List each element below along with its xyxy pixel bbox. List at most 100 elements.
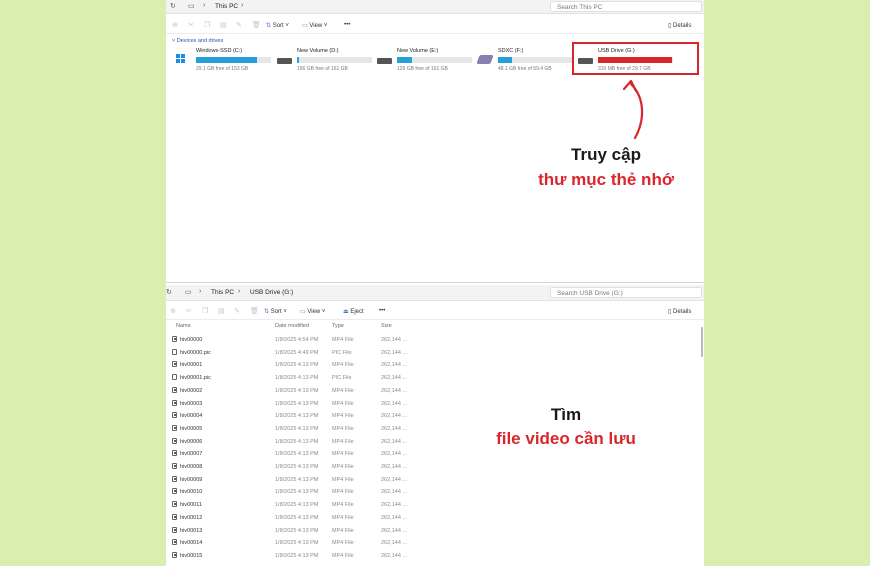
file-size: 262,144 ... — [381, 502, 407, 509]
file-date: 1/8/2025 4:13 PM — [275, 451, 319, 458]
video-file-icon — [172, 361, 177, 368]
annotation-line-1: Tìm — [550, 405, 582, 424]
annotation-line-2: thư mục thẻ nhớ — [538, 170, 674, 189]
drive-d[interactable]: New Volume (D:) 156 GB free of 161 GB — [277, 48, 372, 76]
refresh-icon[interactable]: ↻ — [166, 288, 172, 296]
video-file-icon — [172, 539, 177, 546]
rename-icon[interactable]: ✎ — [236, 21, 242, 29]
address-bar: ↻ ▭ › This PC › Search This PC — [166, 0, 704, 14]
delete-icon[interactable]: 🗑 — [252, 21, 261, 29]
file-size: 262,144 ... — [381, 451, 407, 458]
file-row[interactable]: hiv00015 1/8/2025 4:13 PM MP4 File 262,144 … — [166, 550, 704, 563]
search-input[interactable]: Search This PC — [550, 1, 702, 12]
rename-icon[interactable]: ✎ — [234, 307, 240, 315]
windows-drive-icon — [176, 54, 186, 64]
file-size: 262,144 ... — [381, 362, 407, 369]
file-row[interactable]: hiv00012 1/8/2025 4:13 PM MP4 File 262,144 … — [166, 512, 704, 525]
drive-e[interactable]: New Volume (E:) 129 GB free of 161 GB — [377, 48, 472, 76]
video-file-icon — [172, 437, 177, 444]
file-row[interactable]: hiv00010 1/8/2025 4:13 PM MP4 File 262,144 … — [166, 486, 704, 499]
sort-button[interactable]: ⇅ Sort ˅ — [264, 308, 287, 315]
drive-usage-fill — [297, 57, 300, 63]
details-button[interactable]: ▯ Details — [668, 22, 691, 29]
view-button[interactable]: ▭ View ˅ — [300, 308, 325, 315]
file-date: 1/8/2025 4:13 PM — [275, 502, 319, 509]
refresh-icon[interactable]: ↻ — [170, 2, 176, 10]
drive-free-space: 129 GB free of 161 GB — [397, 66, 448, 72]
drive-name: New Volume (E:) — [397, 48, 439, 54]
file-name: hiv00003 — [180, 400, 203, 407]
drive-free-space: 29.1 GB free of 153 GB — [196, 66, 249, 72]
video-file-icon — [172, 463, 177, 469]
drive-free-space: 156 GB free of 161 GB — [297, 66, 348, 72]
chevron-right-icon: › — [238, 288, 241, 295]
file-date: 1/8/2025 4:49 PM — [275, 349, 319, 356]
drive-f[interactable]: SDXC (F:) 48.1 GB free of 59.4 GB — [476, 48, 573, 76]
file-row[interactable]: hiv00013 1/8/2025 4:13 PM MP4 File 262,144 … — [166, 525, 704, 538]
file-row[interactable]: hiv00001 1/8/2025 4:13 PM MP4 File 262,144 … — [166, 359, 704, 372]
file-date: 1/8/2025 4:13 PM — [275, 514, 319, 521]
file-row[interactable]: hiv00008 1/8/2025 4:13 PM MP4 File 262,144 … — [166, 461, 704, 474]
file-size: 262,144 ... — [381, 540, 407, 547]
paste-icon[interactable]: ▤ — [220, 21, 227, 29]
file-row[interactable]: hiv00014 1/8/2025 4:13 PM MP4 File 262,144 … — [166, 537, 704, 550]
file-row[interactable]: hiv00000.pic 1/8/2025 4:49 PM PIC File 262,… — [166, 347, 704, 360]
file-name: hiv00004 — [180, 413, 203, 420]
more-options-button[interactable]: ••• — [344, 22, 350, 28]
file-row[interactable]: hiv00001.pic 1/8/2025 4:13 PM PIC File 262,… — [166, 372, 704, 385]
cut-icon[interactable]: ✂ — [186, 307, 192, 315]
annotation-access-card: Truy cập thư mục thẻ nhớ — [506, 145, 704, 190]
cut-icon[interactable]: ✂ — [188, 21, 194, 29]
video-file-icon — [172, 399, 177, 406]
file-type: MP4 File — [332, 464, 354, 470]
delete-icon[interactable]: 🗑 — [250, 307, 259, 315]
file-date: 1/8/2025 4:13 PM — [275, 552, 319, 559]
sd-card-icon — [476, 55, 494, 64]
sort-button[interactable]: ⇅ Sort ˅ — [266, 22, 289, 29]
more-options-button[interactable]: ••• — [379, 308, 385, 314]
breadcrumb-this-pc[interactable]: This PC — [211, 289, 234, 296]
file-type: MP4 File — [332, 387, 354, 394]
file-row[interactable]: hiv00002 1/8/2025 4:13 PM MP4 File 262,144 … — [166, 385, 704, 398]
screenshot-canvas: ↻ ▭ › This PC › Search This PC ⊕ ✂ ❐ ▤ ✎… — [166, 0, 704, 566]
address-bar: ↻ ▭ › This PC › USB Drive (G:) Search US… — [166, 285, 704, 301]
paste-icon[interactable]: ▤ — [218, 307, 225, 315]
file-size: 262,144 ... — [381, 375, 407, 382]
chevron-right-icon[interactable]: › — [241, 2, 243, 9]
details-button[interactable]: ▯ Details — [668, 308, 691, 315]
column-header-size[interactable]: Size — [381, 323, 392, 329]
file-row[interactable]: hiv00009 1/8/2025 4:13 PM MP4 File 262,144 … — [166, 474, 704, 487]
drive-usage-fill — [397, 57, 412, 63]
video-file-icon — [172, 488, 177, 495]
copy-icon[interactable]: ❐ — [202, 307, 208, 315]
vertical-scrollbar[interactable] — [701, 327, 703, 357]
file-type: MP4 File — [332, 476, 354, 483]
column-header-date[interactable]: Date modified — [275, 323, 309, 329]
eject-button[interactable]: ⏏ Eject — [343, 308, 364, 315]
new-icon[interactable]: ⊕ — [170, 307, 176, 315]
usb-drive-window: ↻ ▭ › This PC › USB Drive (G:) Search US… — [166, 282, 704, 566]
devices-and-drives-header[interactable]: ˅ Devices and drives — [172, 38, 223, 44]
breadcrumb-usb-drive[interactable]: USB Drive (G:) — [250, 289, 293, 296]
view-button[interactable]: ▭ View ˅ — [302, 22, 327, 29]
file-row[interactable]: hiv00011 1/8/2025 4:13 PM MP4 File 262,144 … — [166, 499, 704, 512]
column-header-type[interactable]: Type — [332, 323, 344, 329]
annotation-find-video: Tìm file video cần lưu — [466, 405, 666, 449]
file-type: MP4 File — [332, 362, 354, 369]
file-type: MP4 File — [332, 527, 354, 534]
new-icon[interactable]: ⊕ — [172, 21, 178, 29]
file-size: 262,144 ... — [381, 337, 407, 343]
file-type: MP4 File — [332, 552, 354, 559]
eject-icon: ⏏ — [343, 309, 349, 315]
chevron-right-icon: › — [203, 2, 206, 9]
copy-icon[interactable]: ❐ — [204, 21, 210, 29]
column-header-name[interactable]: Name — [176, 323, 191, 329]
breadcrumb-this-pc[interactable]: This PC — [215, 3, 238, 10]
drive-c[interactable]: Windows-SSD (C:) 29.1 GB free of 153 GB — [176, 48, 271, 76]
search-input[interactable]: Search USB Drive (G:) — [550, 287, 702, 298]
video-file-icon — [172, 551, 177, 558]
file-row[interactable]: hiv00007 1/8/2025 4:13 PM MP4 File 262,144 … — [166, 448, 704, 461]
file-name: hiv00000.pic — [180, 349, 211, 356]
file-type: MP4 File — [332, 489, 354, 496]
file-row[interactable]: hiv00000 1/8/2025 4:54 PM MP4 File 262,144 … — [166, 334, 704, 347]
